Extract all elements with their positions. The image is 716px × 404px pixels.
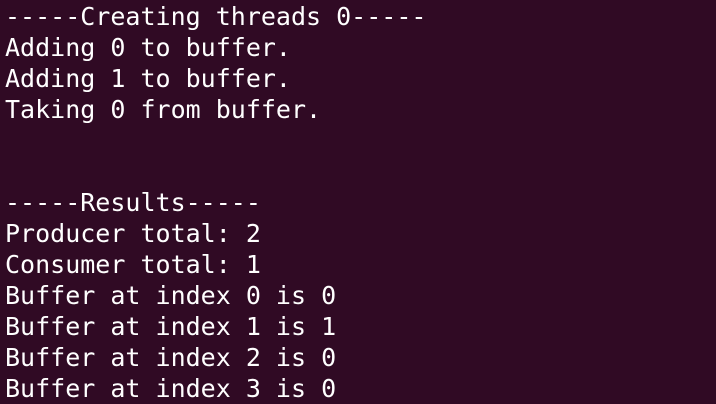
output-line-results-header: -----Results----- <box>5 188 261 217</box>
output-line-blank-2 <box>5 156 426 187</box>
output-line-adding-0: Adding 0 to buffer. <box>5 33 291 62</box>
output-line-buffer-index-3: Buffer at index 3 is 0 <box>5 374 337 403</box>
output-line-buffer-index-0: Buffer at index 0 is 0 <box>5 281 337 310</box>
output-line-adding-1: Adding 1 to buffer. <box>5 64 291 93</box>
terminal-window[interactable]: -----Creating threads 0----- Adding 0 to… <box>0 0 716 404</box>
output-line-buffer-index-2: Buffer at index 2 is 0 <box>5 343 337 372</box>
terminal-output: -----Creating threads 0----- Adding 0 to… <box>5 1 426 404</box>
output-line-producer-total: Producer total: 2 <box>5 219 261 248</box>
output-line-creating-threads: -----Creating threads 0----- <box>5 2 427 31</box>
output-line-consumer-total: Consumer total: 1 <box>5 250 261 279</box>
output-line-blank-1 <box>5 125 426 156</box>
output-line-buffer-index-1: Buffer at index 1 is 1 <box>5 312 337 341</box>
output-line-taking-0: Taking 0 from buffer. <box>5 95 322 124</box>
